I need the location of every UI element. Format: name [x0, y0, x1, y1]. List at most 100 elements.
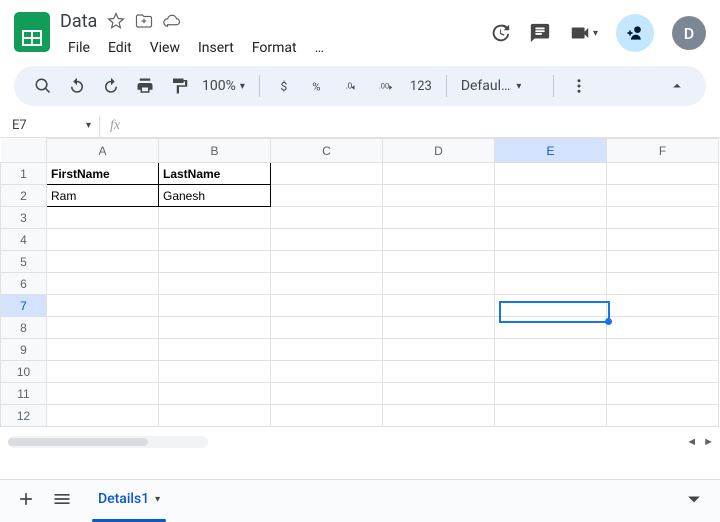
cell[interactable] — [495, 405, 607, 427]
zoom-select[interactable]: 100%▾ — [198, 78, 249, 94]
meet-button[interactable]: ▾ — [569, 22, 598, 44]
select-all-corner[interactable] — [1, 139, 47, 163]
cell[interactable] — [159, 295, 271, 317]
cell[interactable] — [495, 339, 607, 361]
cell[interactable] — [383, 251, 495, 273]
redo-icon[interactable] — [96, 71, 126, 101]
decrease-decimal-icon[interactable]: .0 — [338, 71, 368, 101]
more-toolbar-icon[interactable] — [564, 71, 594, 101]
row-header[interactable]: 2 — [1, 185, 47, 207]
cell[interactable]: Ram — [47, 185, 159, 207]
cell[interactable] — [47, 405, 159, 427]
sheets-app-icon[interactable] — [14, 12, 50, 52]
cell[interactable] — [495, 185, 607, 207]
cell[interactable] — [607, 405, 719, 427]
cell[interactable]: FirstName — [47, 163, 159, 185]
cell[interactable] — [271, 273, 383, 295]
menu-view[interactable]: View — [142, 36, 188, 60]
menu-more[interactable]: … — [307, 36, 332, 60]
menu-format[interactable]: Format — [244, 36, 305, 60]
share-button[interactable] — [616, 14, 654, 52]
formula-bar[interactable] — [130, 114, 720, 137]
sheet-tab[interactable]: Details1 ▾ — [88, 485, 170, 516]
row-header[interactable]: 1 — [1, 163, 47, 185]
collapse-toolbar-icon[interactable] — [662, 71, 692, 101]
cell[interactable] — [47, 361, 159, 383]
paint-format-icon[interactable] — [164, 71, 194, 101]
cell[interactable] — [159, 361, 271, 383]
cell[interactable] — [607, 295, 719, 317]
cell[interactable] — [271, 207, 383, 229]
cell[interactable] — [271, 251, 383, 273]
cell[interactable] — [47, 317, 159, 339]
row-header[interactable]: 3 — [1, 207, 47, 229]
cell[interactable]: Ganesh — [159, 185, 271, 207]
cell[interactable] — [607, 273, 719, 295]
cell[interactable] — [47, 383, 159, 405]
cell[interactable] — [271, 383, 383, 405]
cell[interactable] — [383, 273, 495, 295]
comments-icon[interactable] — [529, 22, 551, 44]
cell[interactable] — [159, 251, 271, 273]
cell[interactable] — [383, 317, 495, 339]
cell[interactable] — [271, 229, 383, 251]
cell[interactable] — [271, 361, 383, 383]
cell[interactable] — [271, 185, 383, 207]
history-icon[interactable] — [489, 22, 511, 44]
spreadsheet-grid[interactable]: A B C D E F 1 FirstName LastName 2 Ram G… — [0, 138, 719, 427]
currency-icon[interactable]: $ — [270, 71, 300, 101]
cell[interactable] — [495, 251, 607, 273]
row-header[interactable]: 9 — [1, 339, 47, 361]
cell[interactable] — [495, 317, 607, 339]
col-header-D[interactable]: D — [383, 139, 495, 163]
cell[interactable] — [495, 383, 607, 405]
cell[interactable]: LastName — [159, 163, 271, 185]
row-header[interactable]: 12 — [1, 405, 47, 427]
cell[interactable] — [383, 361, 495, 383]
cell[interactable] — [495, 163, 607, 185]
row-header[interactable]: 11 — [1, 383, 47, 405]
cell[interactable] — [607, 229, 719, 251]
row-header[interactable]: 5 — [1, 251, 47, 273]
cell[interactable] — [607, 251, 719, 273]
cell[interactable] — [607, 207, 719, 229]
col-header-A[interactable]: A — [47, 139, 159, 163]
cell[interactable] — [607, 317, 719, 339]
cell[interactable] — [159, 207, 271, 229]
cell[interactable] — [159, 317, 271, 339]
col-header-E[interactable]: E — [495, 139, 607, 163]
row-header[interactable]: 10 — [1, 361, 47, 383]
row-header[interactable]: 6 — [1, 273, 47, 295]
cell[interactable] — [383, 207, 495, 229]
search-menus-icon[interactable] — [28, 71, 58, 101]
menu-insert[interactable]: Insert — [190, 36, 242, 60]
cell[interactable] — [607, 361, 719, 383]
cell[interactable] — [383, 185, 495, 207]
cell[interactable] — [159, 383, 271, 405]
cell[interactable] — [383, 339, 495, 361]
scroll-right-icon[interactable]: ► — [703, 435, 714, 448]
cell[interactable] — [271, 405, 383, 427]
cell[interactable] — [383, 383, 495, 405]
explore-button[interactable] — [684, 489, 704, 513]
move-to-folder-icon[interactable] — [135, 12, 153, 30]
account-avatar[interactable]: D — [672, 16, 706, 50]
cell[interactable] — [495, 207, 607, 229]
increase-decimal-icon[interactable]: .00 — [372, 71, 402, 101]
cell[interactable] — [159, 273, 271, 295]
cell[interactable] — [159, 339, 271, 361]
col-header-F[interactable]: F — [607, 139, 719, 163]
undo-icon[interactable] — [62, 71, 92, 101]
number-format-select[interactable]: 123 — [406, 71, 436, 101]
cell[interactable] — [47, 207, 159, 229]
cell[interactable] — [607, 163, 719, 185]
percent-icon[interactable]: % — [304, 71, 334, 101]
cell[interactable] — [159, 229, 271, 251]
cell[interactable] — [47, 273, 159, 295]
menu-edit[interactable]: Edit — [100, 36, 140, 60]
row-header[interactable]: 8 — [1, 317, 47, 339]
row-header[interactable]: 7 — [1, 295, 47, 317]
cell[interactable] — [159, 405, 271, 427]
cell[interactable] — [607, 185, 719, 207]
cell[interactable] — [271, 163, 383, 185]
